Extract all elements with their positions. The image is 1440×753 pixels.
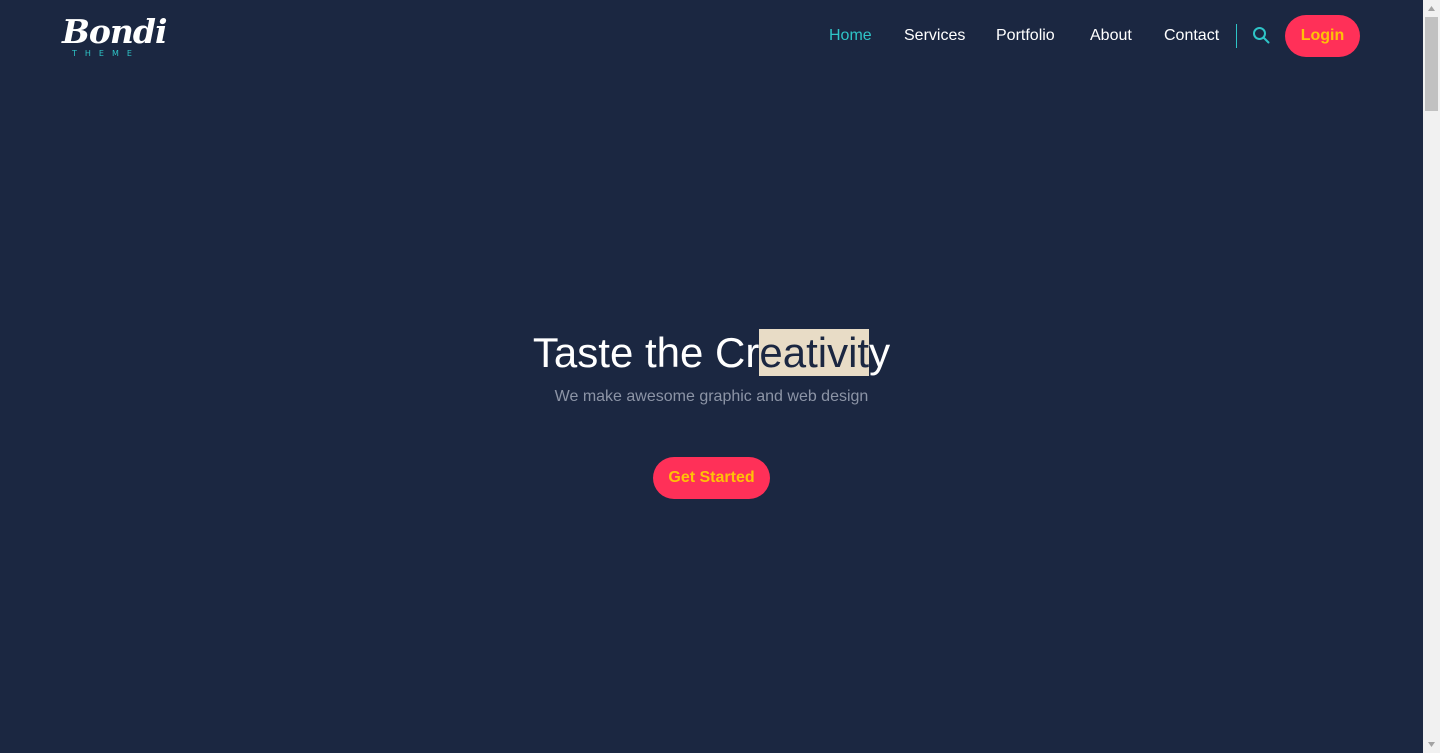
nav-about[interactable]: About [1090,24,1132,48]
hero-subtitle: We make awesome graphic and web design [554,388,869,405]
page: Bondi THEME Home Services Portfolio Abou… [0,0,1423,753]
scroll-down-arrow-icon[interactable] [1423,736,1440,753]
nav-contact[interactable]: Contact [1164,24,1219,48]
scroll-up-arrow-icon[interactable] [1423,0,1440,17]
hero-title-part: y [869,329,891,376]
scroll-thumb[interactable] [1425,17,1438,111]
logo[interactable]: Bondi THEME [62,12,168,60]
logo-subtitle: THEME [72,49,140,58]
nav-portfolio[interactable]: Portfolio [996,24,1055,48]
hero-title: Taste the Creativity [0,326,1423,380]
hero-title-part: Taste the Cr [532,329,760,376]
login-button[interactable]: Login [1285,15,1360,57]
hero-title-selected: eativit [759,329,870,376]
get-started-button[interactable]: Get Started [653,457,770,499]
nav-divider [1236,24,1237,48]
search-icon[interactable] [1252,26,1270,44]
nav-home[interactable]: Home [829,24,872,48]
logo-wordmark: Bondi [62,12,168,51]
scrollbar[interactable] [1423,0,1440,753]
nav-services[interactable]: Services [904,24,965,48]
